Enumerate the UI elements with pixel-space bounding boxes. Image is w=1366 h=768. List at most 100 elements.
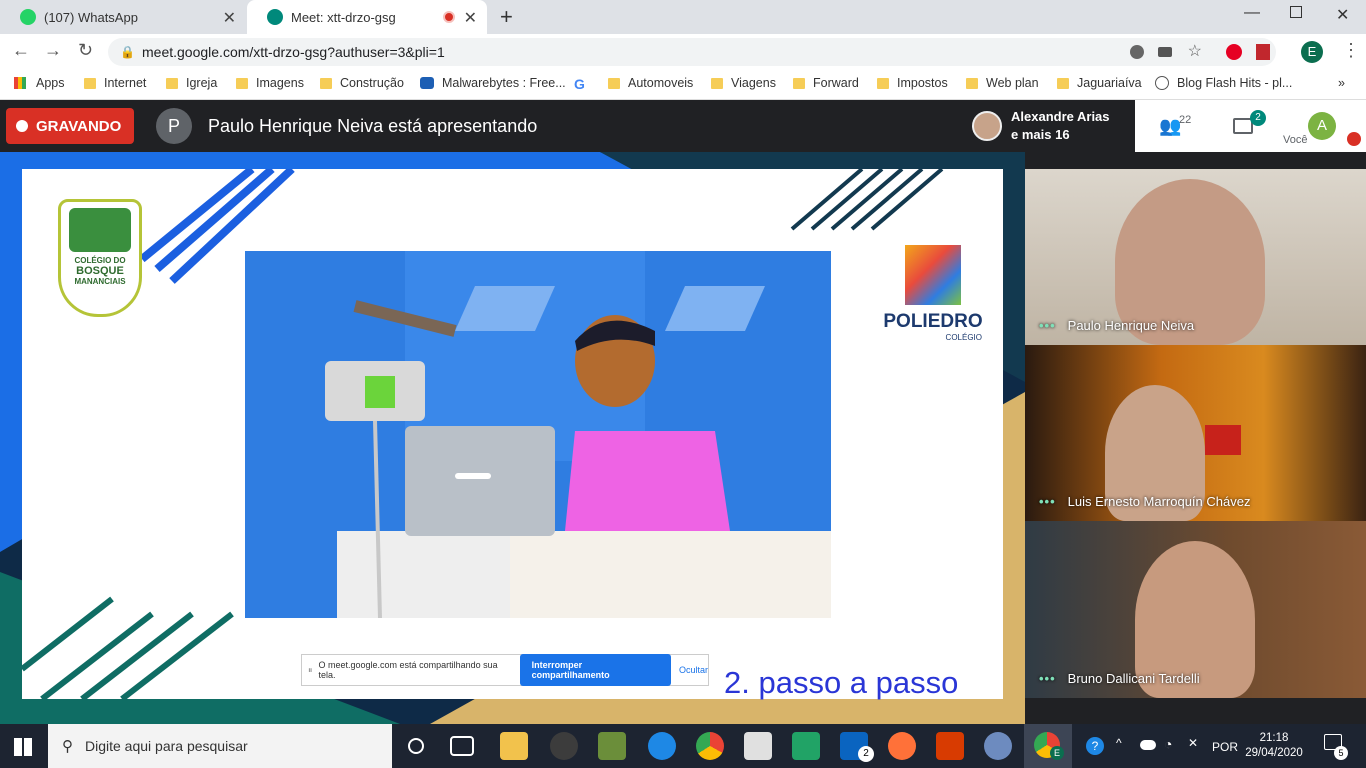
paint-icon[interactable] — [984, 732, 1012, 760]
bookmarks-bar: Apps Internet Igreja Imagens Construção … — [0, 70, 1366, 100]
minimize-icon[interactable]: — — [1244, 4, 1260, 22]
reload-icon[interactable]: ↻ — [78, 40, 93, 61]
restore-icon[interactable] — [1290, 6, 1302, 18]
poliedro-logo: POLIEDRO COLÉGIO — [878, 245, 988, 342]
illustration-art — [245, 251, 831, 618]
file-explorer-icon[interactable] — [500, 732, 528, 760]
participant-name-row: ••• Luis Ernesto Marroquín Chávez — [1039, 494, 1250, 509]
participant-tile[interactable]: ••• Paulo Henrique Neiva — [1025, 169, 1366, 345]
bookmark-forward[interactable]: Forward — [793, 76, 859, 90]
speaking-dots-icon: ••• — [1039, 671, 1056, 686]
edge-icon[interactable] — [648, 732, 676, 760]
chrome-icon[interactable] — [696, 732, 724, 760]
bookmark-label: Viagens — [731, 76, 776, 90]
bookmark-apps[interactable]: Apps — [14, 76, 65, 90]
pdf-icon[interactable] — [1256, 44, 1270, 60]
bookmark-malwarebytes[interactable]: Malwarebytes : Free... — [420, 76, 566, 90]
host-info[interactable]: Alexandre Arias e mais 16 — [964, 100, 1135, 152]
wifi-icon[interactable]: ◔ — [1164, 736, 1172, 752]
url-field[interactable]: 🔒 meet.google.com/xtt-drzo-gsg?authuser=… — [108, 38, 1276, 66]
tab-whatsapp[interactable]: (107) WhatsApp ✕ — [0, 0, 246, 34]
bookmark-imagens[interactable]: Imagens — [236, 76, 304, 90]
clock-time: 21:18 — [1259, 732, 1289, 744]
participant-tile[interactable]: ••• Luis Ernesto Marroquín Chávez — [1025, 345, 1366, 521]
bookmark-label: Construção — [340, 76, 404, 90]
tab-meet[interactable]: Meet: xtt-drzo-gsg ✕ — [247, 0, 487, 34]
poliedro-p-icon — [905, 245, 961, 305]
browser-tab-strip: (107) WhatsApp ✕ Meet: xtt-drzo-gsg ✕ + … — [0, 0, 1366, 34]
speaking-dots-icon: ••• — [1039, 494, 1056, 509]
task-view-icon[interactable] — [450, 736, 474, 756]
office-icon[interactable] — [936, 732, 964, 760]
blocked-cookie-icon[interactable] — [1130, 45, 1144, 59]
chat-badge: 2 — [1250, 110, 1266, 126]
firefox-icon[interactable] — [888, 732, 916, 760]
close-window-icon[interactable]: ✕ — [1336, 5, 1349, 25]
tab-title: (107) WhatsApp — [44, 9, 138, 25]
drag-handle-icon[interactable]: ⏸ — [308, 665, 313, 676]
bookmark-automoveis[interactable]: Automoveis — [608, 76, 693, 90]
slide-caption: 2. passo a passo — [724, 665, 959, 700]
bookmark-construcao[interactable]: Construção — [320, 76, 404, 90]
bookmark-label: Apps — [36, 76, 65, 90]
profile-badge: E — [1050, 746, 1064, 760]
poliedro-name: POLIEDRO — [883, 311, 983, 332]
profile-avatar[interactable]: E — [1301, 41, 1323, 63]
onedrive-icon[interactable] — [1140, 740, 1156, 750]
bookmark-internet[interactable]: Internet — [84, 76, 146, 90]
windows-start-icon[interactable] — [14, 738, 32, 756]
hide-share-bar-button[interactable]: Ocultar — [679, 665, 708, 675]
tree-icon — [69, 208, 131, 252]
cortana-icon[interactable] — [408, 738, 424, 754]
bookmark-viagens[interactable]: Viagens — [711, 76, 776, 90]
webcam-app-icon[interactable] — [550, 732, 578, 760]
bookmark-impostos[interactable]: Impostos — [877, 76, 948, 90]
pinterest-icon[interactable] — [1226, 44, 1242, 60]
new-tab-icon[interactable]: + — [500, 4, 513, 30]
participant-tile[interactable]: ••• Bruno Dallicani Tardelli — [1025, 521, 1366, 698]
menu-icon[interactable]: ⋮ — [1342, 40, 1360, 61]
bookmark-label: Internet — [104, 76, 147, 90]
self-avatar[interactable]: A — [1308, 112, 1336, 140]
bookmark-igreja[interactable]: Igreja — [166, 76, 217, 90]
camera-icon[interactable] — [1158, 47, 1172, 57]
help-icon[interactable]: ? — [1086, 737, 1104, 755]
close-tab-icon[interactable]: ✕ — [223, 8, 236, 28]
store-icon[interactable] — [744, 732, 772, 760]
bookmark-label: Imagens — [256, 76, 304, 90]
forward-icon[interactable]: → — [44, 40, 62, 61]
bookmark-google[interactable]: G — [574, 76, 585, 92]
malwarebytes-icon — [420, 77, 434, 89]
bookmark-blog-flash-hits[interactable]: Blog Flash Hits - pl... — [1155, 76, 1292, 90]
host-more: e mais 16 — [1011, 127, 1070, 142]
clock[interactable]: 21:18 29/04/2020 — [1244, 731, 1304, 761]
poliedro-sub: COLÉGIO — [945, 333, 982, 342]
play-icon — [1155, 76, 1169, 90]
active-chrome-taskbar-button[interactable]: E — [1024, 724, 1072, 768]
bookmark-jaguariaiva[interactable]: Jaguariaíva — [1057, 76, 1142, 90]
input-language[interactable]: POR — [1212, 740, 1238, 754]
bookmark-label: Malwarebytes : Free... — [442, 76, 566, 90]
url-text: meet.google.com/xtt-drzo-gsg?authuser=3&… — [142, 44, 445, 60]
bookmark-label: Forward — [813, 76, 859, 90]
windows-taskbar: ⚲ Digite aqui para pesquisar 2 E ? ^ ◔ ✕… — [0, 724, 1366, 768]
stop-sharing-button[interactable]: Interromper compartilhamento — [519, 654, 671, 686]
taskbar-search[interactable]: ⚲ Digite aqui para pesquisar — [48, 724, 392, 768]
google-icon: G — [574, 76, 585, 92]
back-icon[interactable]: ← — [12, 40, 30, 61]
bookmark-star-icon[interactable]: ☆ — [1188, 38, 1202, 66]
record-dot-icon — [16, 120, 28, 132]
volume-muted-icon[interactable]: ✕ — [1188, 736, 1198, 750]
folder-icon — [166, 77, 178, 89]
participant-name: Bruno Dallicani Tardelli — [1067, 671, 1200, 686]
recording-badge[interactable]: GRAVANDO — [6, 108, 134, 144]
search-icon: ⚲ — [62, 738, 73, 755]
close-tab-icon[interactable]: ✕ — [464, 8, 477, 28]
tray-chevron-icon[interactable]: ^ — [1116, 736, 1122, 750]
bookmarks-overflow[interactable]: » — [1338, 76, 1345, 90]
minecraft-icon[interactable] — [598, 732, 626, 760]
address-toolbar: ← → ↻ 🔒 meet.google.com/xtt-drzo-gsg?aut… — [0, 34, 1366, 70]
share-notice-text: O meet.google.com está compartilhando su… — [318, 660, 498, 680]
sheets-icon[interactable] — [792, 732, 820, 760]
bookmark-web-plan[interactable]: Web plan — [966, 76, 1039, 90]
